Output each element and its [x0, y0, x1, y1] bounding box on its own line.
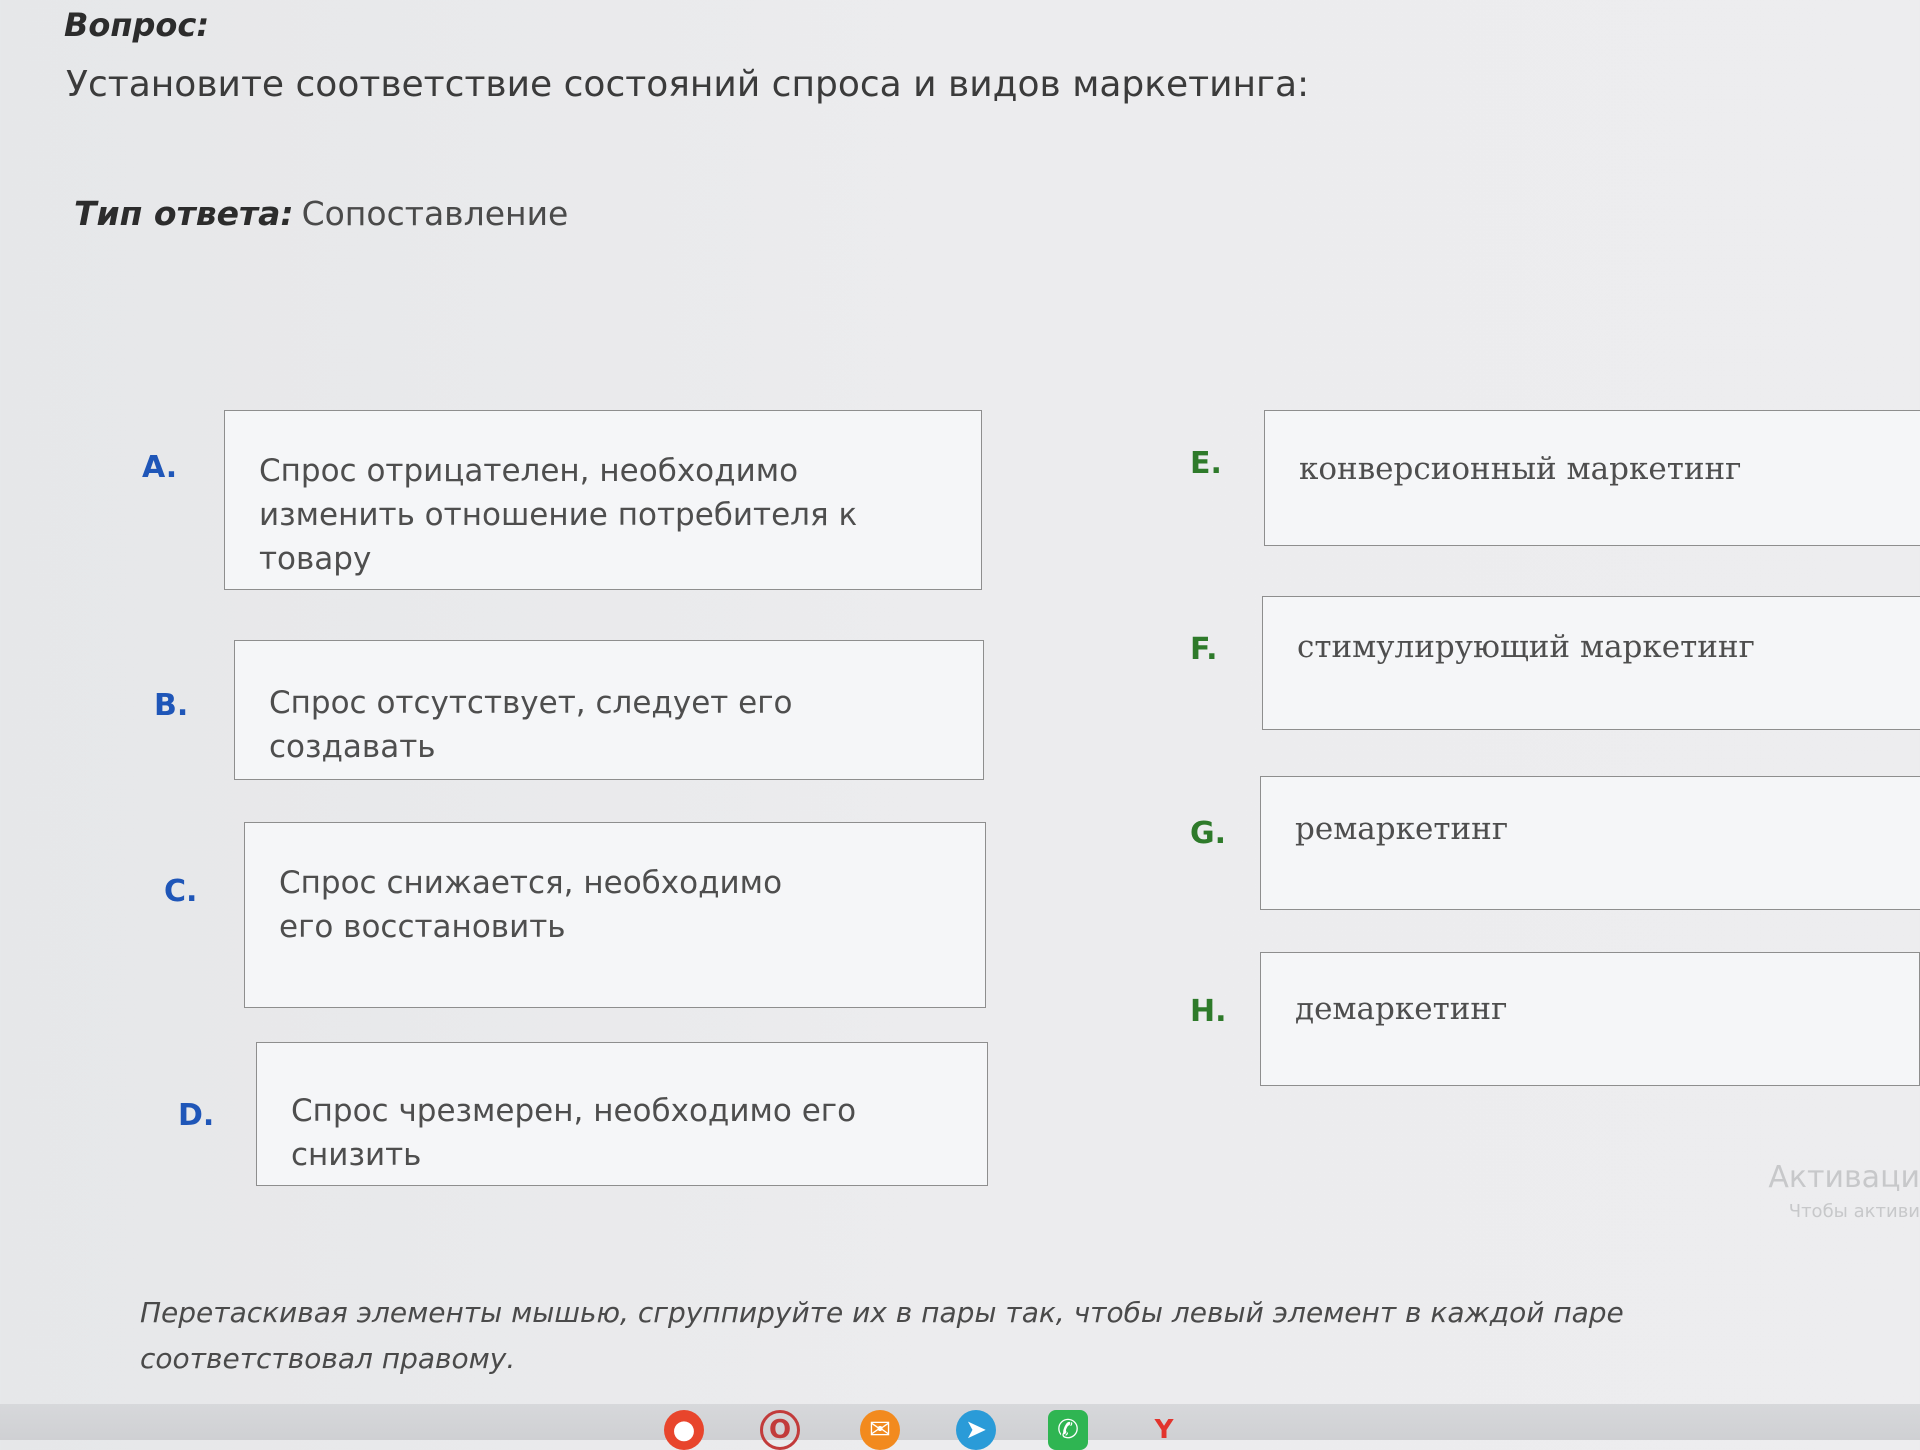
answer-type-value: Сопоставление [301, 194, 569, 233]
right-card-h-text: демаркетинг [1295, 991, 1508, 1027]
left-card-b[interactable]: Спрос отсутствует, следует его создавать [234, 640, 984, 780]
right-card-f-text: стимулирующий маркетинг [1297, 629, 1755, 665]
left-card-c[interactable]: Спрос снижается, необходимо его восстано… [244, 822, 986, 1008]
left-card-b-text: Спрос отсутствует, следует его создавать [269, 685, 793, 765]
answer-type: Тип ответа: Сопоставление [74, 194, 568, 233]
left-letter-a: A. [142, 450, 178, 485]
left-letter-c: C. [164, 874, 198, 909]
mail-icon[interactable]: ✉ [860, 1410, 900, 1450]
browser-icon[interactable]: ● [664, 1410, 704, 1450]
instruction-text: Перетаскивая элементы мышью, сгруппируйт… [140, 1296, 1624, 1375]
left-card-a-text: Спрос отрицателен, необходимо изменить о… [259, 453, 858, 577]
whatsapp-icon[interactable]: ✆ [1048, 1410, 1088, 1450]
right-card-f[interactable]: стимулирующий маркетинг [1262, 596, 1920, 730]
right-card-h[interactable]: демаркетинг [1260, 952, 1920, 1086]
right-letter-f: F. [1190, 632, 1218, 667]
watermark-line-2: Чтобы активи [1788, 1201, 1920, 1222]
left-letter-b: B. [154, 688, 189, 723]
telegram-icon[interactable]: ➤ [956, 1410, 996, 1450]
right-card-e-text: конверсионный маркетинг [1299, 451, 1742, 487]
right-letter-h: H. [1190, 994, 1227, 1029]
left-card-d-text: Спрос чрезмерен, необходимо его снизить [291, 1093, 857, 1173]
right-letter-e: E. [1190, 446, 1222, 481]
activation-watermark: Активаци Чтобы активи [1768, 1160, 1920, 1222]
left-card-a[interactable]: Спрос отрицателен, необходимо изменить о… [224, 410, 982, 590]
question-text: Установите соответствие состояний спроса… [66, 64, 1310, 105]
taskbar: ● O ✉ ➤ ✆ Y [0, 1404, 1920, 1450]
watermark-line-1: Активаци [1768, 1160, 1920, 1195]
opera-icon[interactable]: O [760, 1410, 800, 1450]
left-letter-d: D. [178, 1098, 215, 1133]
right-letter-g: G. [1190, 816, 1227, 851]
right-card-g-text: ремаркетинг [1295, 811, 1509, 847]
yandex-icon[interactable]: Y [1144, 1410, 1184, 1450]
answer-type-label: Тип ответа: [74, 194, 294, 233]
left-card-d[interactable]: Спрос чрезмерен, необходимо его снизить [256, 1042, 988, 1186]
right-card-e[interactable]: конверсионный маркетинг [1264, 410, 1920, 546]
question-label: Вопрос: [64, 6, 210, 44]
right-card-g[interactable]: ремаркетинг [1260, 776, 1920, 910]
left-card-c-text: Спрос снижается, необходимо его восстано… [279, 865, 783, 945]
